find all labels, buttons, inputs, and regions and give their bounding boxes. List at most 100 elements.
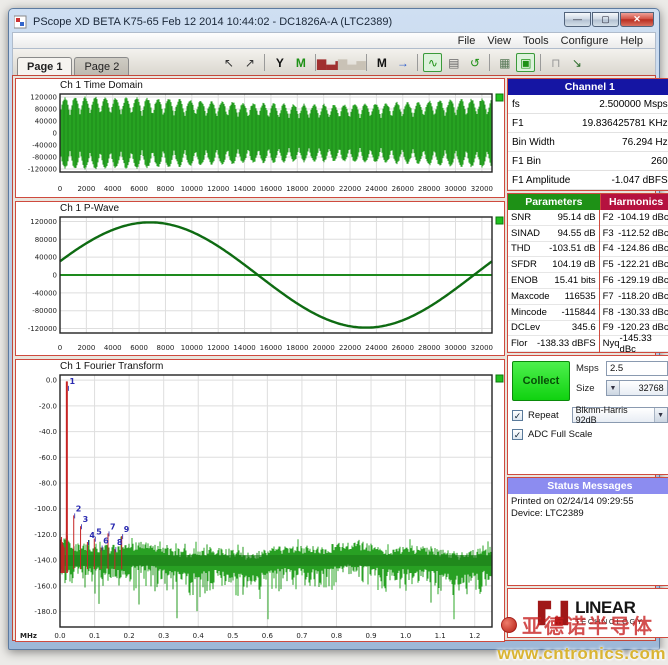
harmonic-row: F5-122.21 dBc (600, 257, 668, 273)
status-section: Status Messages Printed on 02/24/14 09:2… (507, 477, 668, 586)
parameter-label: SFDR (511, 259, 537, 270)
export-icon[interactable]: ↘ (567, 53, 586, 72)
svg-text:120000: 120000 (30, 94, 57, 102)
menu-item-tools[interactable]: Tools (517, 35, 555, 47)
svg-text:28000: 28000 (418, 185, 440, 193)
fourier-panel: Ch 1 Fourier Transform 0.0-20.0-40.0-60.… (15, 359, 505, 642)
close-button[interactable]: ✕ (620, 12, 654, 27)
svg-text:22000: 22000 (339, 344, 361, 352)
size-dropdown[interactable]: ▼ 32768 (606, 380, 668, 396)
harmonic-row: F4-124.86 dBc (600, 242, 668, 258)
svg-text:16000: 16000 (260, 185, 282, 193)
toolbar-separator (264, 54, 265, 71)
channel-info-label: Bin Width (512, 137, 555, 148)
plots-column: Ch 1 Time Domain 12000080000400000-40000… (15, 78, 505, 638)
run-avg-icon[interactable]: → (393, 53, 412, 72)
menu-item-help[interactable]: Help (614, 35, 649, 47)
harmonic-value: -104.19 dBc (617, 212, 668, 223)
measure-icon[interactable]: M (291, 53, 310, 72)
y-scale-icon[interactable]: Y (270, 53, 289, 72)
titlebar[interactable]: PScope XD BETA K75-65 Feb 12 2014 10:44:… (12, 12, 656, 32)
max-avg-icon[interactable]: M (372, 53, 391, 72)
menu-bar: FileViewToolsConfigureHelp (12, 32, 656, 49)
parameter-label: Maxcode (511, 291, 550, 302)
channel-info-row: F119.836425781 KHz (508, 114, 668, 133)
size-dropdown-arrow-icon[interactable]: ▼ (607, 381, 620, 395)
minimize-button[interactable]: — (564, 12, 591, 27)
fourier-plot[interactable]: 0.0-20.0-40.0-60.0-80.0-100.0-120.0-140.… (16, 373, 504, 646)
svg-text:0.3: 0.3 (158, 632, 169, 640)
notes-icon[interactable]: ▣ (516, 53, 535, 72)
tab-page-1[interactable]: Page 1 (17, 57, 72, 75)
size-label: Size (576, 383, 602, 394)
pan-tool-icon[interactable]: ↖ (219, 53, 238, 72)
svg-text:1.2: 1.2 (469, 632, 480, 640)
menu-item-view[interactable]: View (481, 35, 517, 47)
repeat-checkbox[interactable]: ✓ (512, 410, 523, 421)
codes-display-icon[interactable]: ▤ (444, 53, 463, 72)
toolbar-separator (540, 54, 541, 71)
channel-info-value: 19.836425781 KHz (582, 118, 668, 129)
adc-full-scale-checkbox[interactable]: ✓ (512, 429, 523, 440)
svg-text:14000: 14000 (233, 185, 255, 193)
waveform-display-icon[interactable]: ∿ (423, 53, 442, 72)
menu-item-configure[interactable]: Configure (555, 35, 615, 47)
harmonic-value: -129.19 dBc (617, 275, 668, 286)
collect-button[interactable]: Collect (512, 361, 570, 401)
tab-page-2[interactable]: Page 2 (74, 57, 129, 75)
harmonic-row: F6-129.19 dBc (600, 273, 668, 289)
harmonic-label: F2 (603, 212, 614, 223)
svg-text:80000: 80000 (35, 106, 57, 114)
toolbar: ↖↗YM▆▃▅▆▃▅M→∿▤↺▦▣⊓↘ (219, 53, 586, 75)
p-wave-plot[interactable]: 12000080000400000-40000-80000-1200000200… (16, 215, 504, 360)
harmonic-label: F9 (603, 322, 614, 333)
logo-line2: TECHNOLOGY (575, 617, 644, 626)
side-panel: Channel 1 fs2.500000 MspsF119.836425781 … (507, 78, 668, 638)
svg-text:1.0: 1.0 (400, 632, 411, 640)
channel-info-row: F1 Amplitude-1.047 dBFS (508, 171, 668, 190)
window-dropdown[interactable]: Blkmn-Harris 92dB ▼ (572, 407, 668, 423)
svg-text:30000: 30000 (444, 185, 466, 193)
parameter-value: -138.33 dBFS (537, 338, 596, 349)
parameter-value: -115844 (561, 307, 595, 318)
harmonics-header: Harmonics (600, 194, 668, 210)
parameters-header: Parameters (508, 194, 600, 210)
step-icon[interactable]: ⊓ (546, 53, 565, 72)
svg-text:0.5: 0.5 (227, 632, 238, 640)
menu-item-file[interactable]: File (452, 35, 482, 47)
logo-line1: LINEAR (575, 600, 635, 616)
svg-text:0: 0 (53, 130, 57, 138)
msps-input[interactable]: 2.5 (606, 361, 668, 376)
svg-text:-20.0: -20.0 (39, 402, 57, 410)
svg-text:12000: 12000 (207, 185, 229, 193)
harmonic-row: F7-118.20 dBc (600, 289, 668, 305)
maximize-button[interactable]: ▢ (592, 12, 619, 27)
histogram-off-icon[interactable]: ▆▃▅ (342, 53, 361, 72)
zoom-tool-icon[interactable]: ↗ (240, 53, 259, 72)
svg-text:-100.0: -100.0 (34, 505, 57, 513)
svg-text:24000: 24000 (365, 344, 387, 352)
parameter-label: Mincode (511, 307, 547, 318)
toolbar-separator (417, 54, 418, 71)
harmonic-row: F2-104.19 dBc (600, 210, 668, 226)
parameter-row: Maxcode116535 (508, 289, 599, 305)
harmonic-label: F3 (603, 228, 614, 239)
channel-info-label: fs (512, 99, 520, 110)
main-content: Ch 1 Time Domain 12000080000400000-40000… (12, 75, 656, 641)
parameter-row: THD-103.51 dB (508, 242, 599, 258)
window-dropdown-arrow-icon[interactable]: ▼ (654, 408, 667, 422)
loop-icon[interactable]: ↺ (465, 53, 484, 72)
parameter-label: SNR (511, 212, 531, 223)
harmonic-value: -122.21 dBc (617, 259, 668, 270)
time-domain-plot[interactable]: 12000080000400000-40000-80000-1200000200… (16, 92, 504, 201)
harmonic-row: Nyq-145.33 dBc (600, 336, 668, 352)
harmonic-label: F8 (603, 307, 614, 318)
svg-text:32000: 32000 (471, 185, 493, 193)
svg-text:20000: 20000 (313, 344, 335, 352)
screenshot-icon[interactable]: ▦ (495, 53, 514, 72)
svg-text:6000: 6000 (130, 185, 148, 193)
harmonic-value: -112.52 dBc (618, 228, 668, 239)
collect-section: Collect Msps 2.5 Size ▼ 32768 (507, 355, 668, 475)
svg-text:26000: 26000 (392, 185, 414, 193)
svg-text:-60.0: -60.0 (39, 454, 57, 462)
